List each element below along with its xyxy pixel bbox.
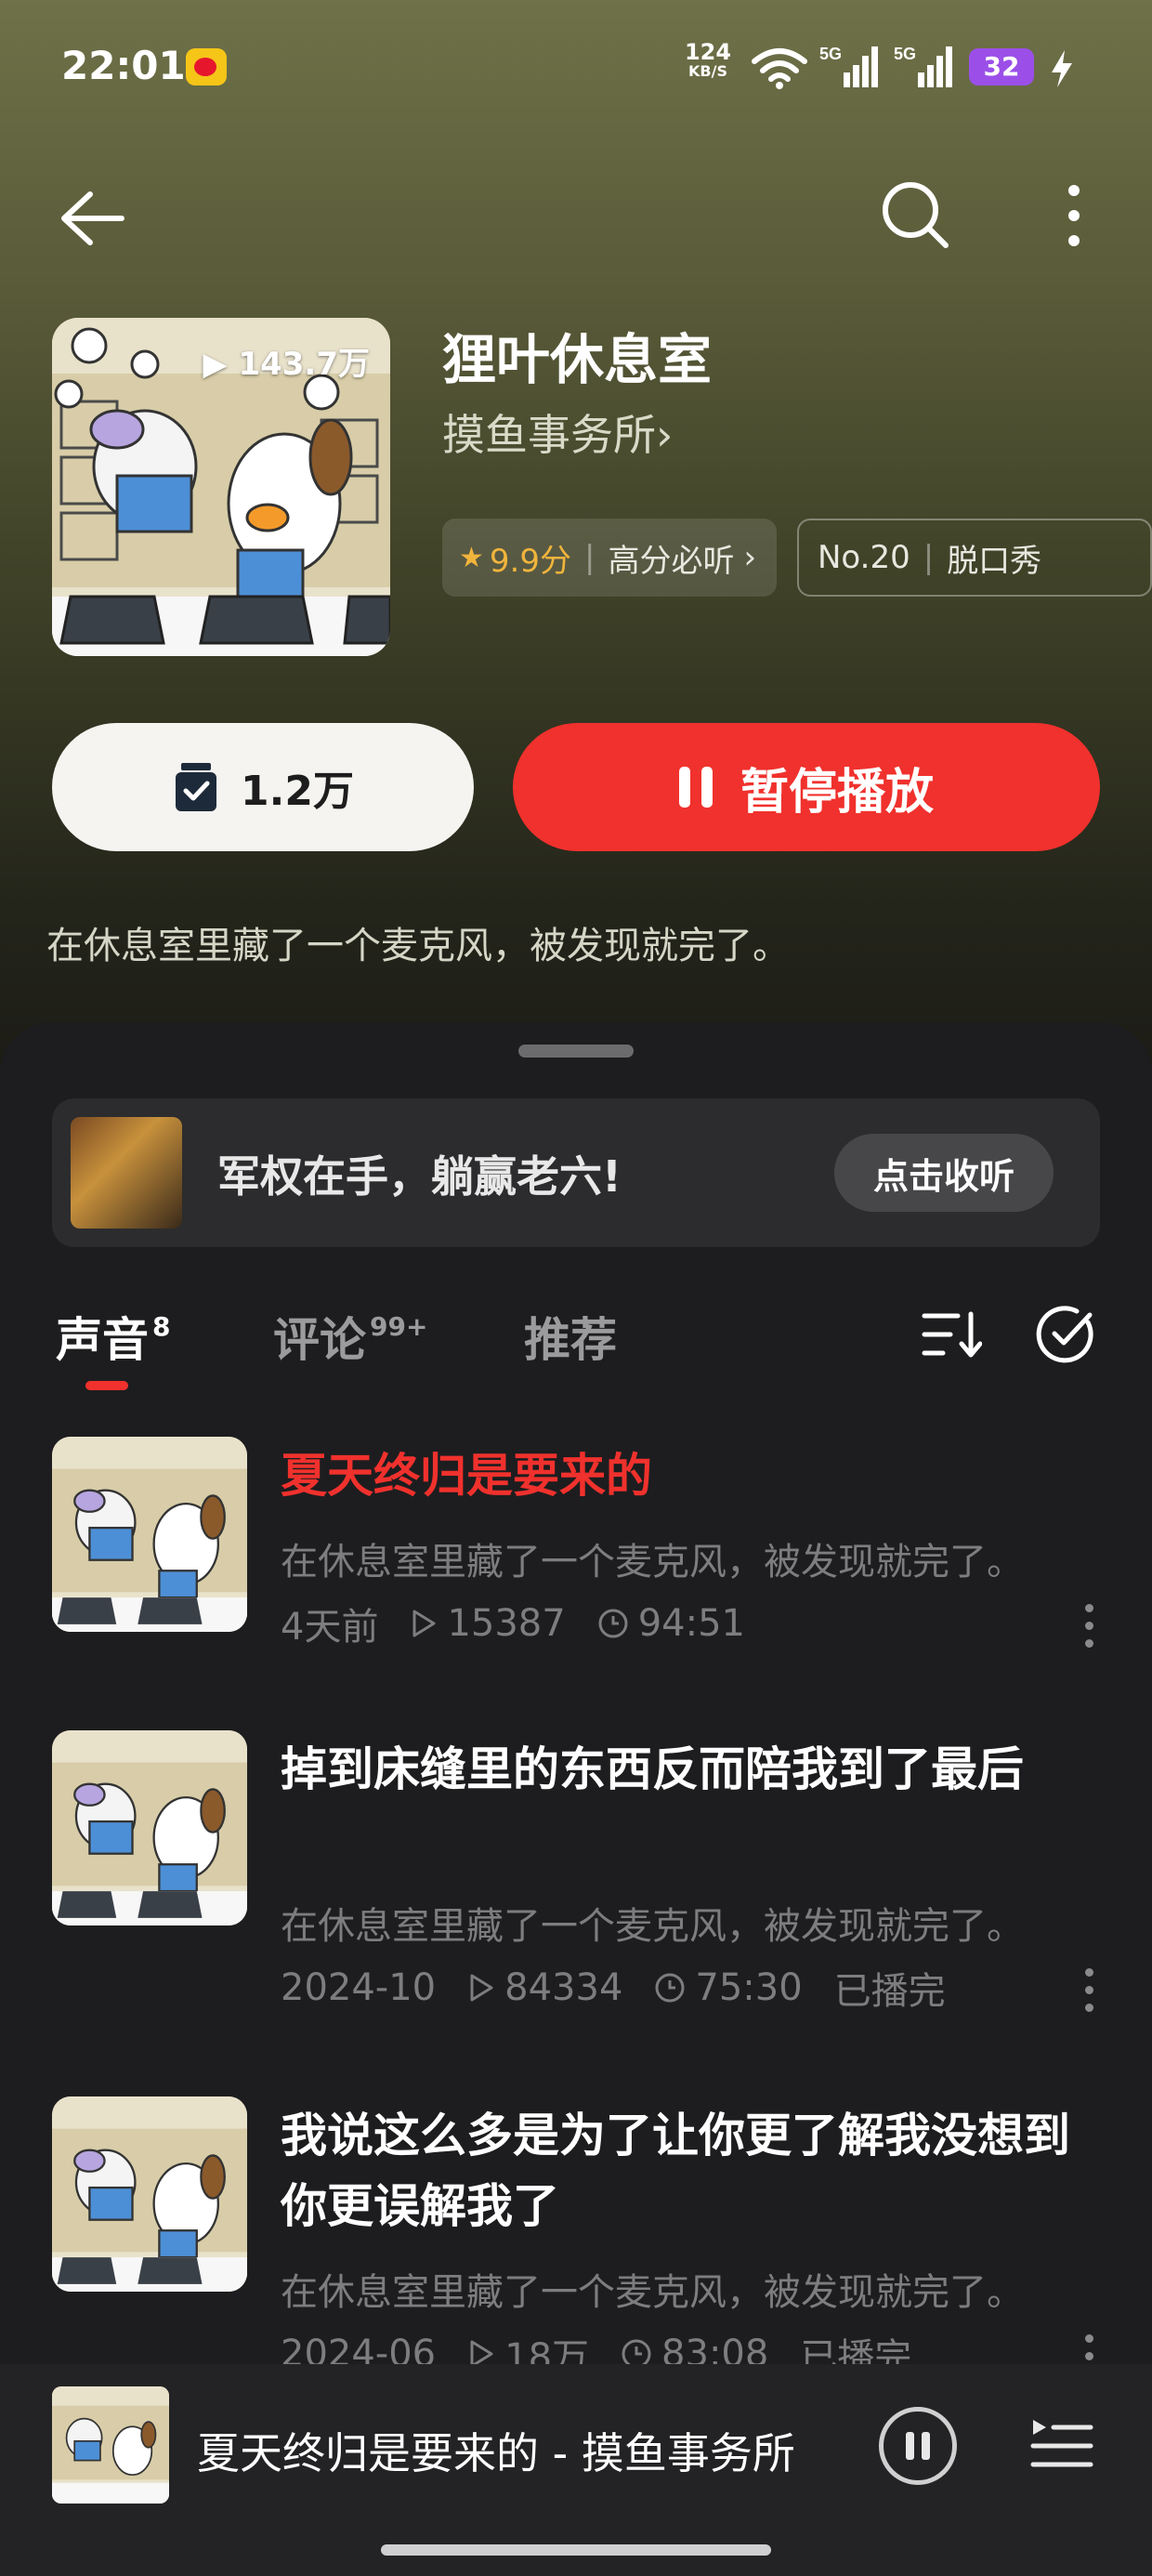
rating-tag: 高分必听 [608, 542, 735, 580]
home-indicator [381, 2544, 771, 2556]
episode-more-button[interactable] [1085, 1604, 1096, 1648]
chevron-right-icon: › [743, 539, 757, 576]
episode-thumbnail [52, 2096, 247, 2292]
episode-description: 在休息室里藏了一个麦克风，被发现就完了。 [281, 1905, 1024, 1948]
network-speed-value: 124 [684, 39, 732, 65]
signal-sim2-icon: 5G [894, 45, 952, 87]
tab-label: 推荐 [524, 1313, 617, 1367]
episode-thumbnail [52, 1730, 247, 1925]
episode-sheet: 军权在手，躺赢老六! 点击收听 声音 8 评论 99+ 推荐 夏天终归是要来的 … [0, 1022, 1152, 2576]
batch-select-button[interactable] [1029, 1297, 1104, 1372]
network-speed: 124 KB/S [680, 41, 736, 80]
episode-title: 我说这么多是为了让你更了解我没想到你更误解我了 [281, 2109, 1070, 2233]
promo-title: 军权在手，躺赢老六! [217, 1151, 622, 1202]
subscribe-count: 1.2万 [241, 768, 354, 815]
now-playing-title: 夏天终归是要来的 - 摸鱼事务所 [197, 2428, 795, 2478]
search-icon [883, 182, 949, 248]
tab-badge: 8 [152, 1311, 171, 1342]
episode-date: 2024-10 [281, 1966, 437, 2009]
episode-meta: 4天前 15387 94:51 [281, 1597, 777, 1650]
tab-comments[interactable]: 评论 99+ [273, 1303, 427, 1370]
star-icon: ★ [459, 541, 484, 574]
active-tab-indicator [85, 1381, 128, 1390]
album-author-link[interactable]: 摸鱼事务所› [442, 401, 673, 463]
sim2-label: 5G [894, 45, 916, 63]
tab-bar: 声音 8 评论 99+ 推荐 [0, 1292, 1152, 1394]
episode-item[interactable]: 掉到床缝里的东西反而陪我到了最后 在休息室里藏了一个麦克风，被发现就完了。 20… [0, 1730, 1152, 2013]
pause-play-button[interactable]: 暂停播放 [513, 723, 1100, 851]
episode-status: 已播完 [833, 1970, 946, 2013]
play-count-icon: ▶ [203, 346, 228, 383]
play-count-value: 143.7万 [238, 346, 370, 383]
sim1-label: 5G [819, 45, 842, 63]
promo-thumbnail [71, 1117, 182, 1229]
album-title: 狸叶休息室 [442, 328, 713, 391]
episode-item[interactable]: 夏天终归是要来的 在休息室里藏了一个麦克风，被发现就完了。 4天前 15387 … [0, 1437, 1152, 1650]
album-cover[interactable]: ▶ 143.7万 [52, 318, 390, 656]
album-play-count: ▶ 143.7万 [203, 338, 370, 384]
charging-icon [1052, 50, 1072, 87]
back-button[interactable] [48, 177, 132, 260]
pause-icon [678, 767, 713, 808]
episode-plays: 84334 [467, 1966, 622, 2009]
sheet-drag-handle[interactable] [518, 1045, 634, 1058]
tab-sounds[interactable]: 声音 8 [56, 1303, 170, 1370]
rating-score: 9.9分 [489, 542, 571, 580]
rank-number: No.20 [818, 539, 910, 576]
album-description: 在休息室里藏了一个麦克风，被发现就完了。 [46, 925, 790, 967]
check-circle-icon [1036, 1306, 1093, 1363]
playlist-icon[interactable] [1029, 2412, 1094, 2477]
pause-play-label: 暂停播放 [740, 764, 934, 821]
episode-date: 4天前 [281, 1606, 379, 1649]
episode-description: 在休息室里藏了一个麦克风，被发现就完了。 [281, 1541, 1024, 1584]
tab-recommend[interactable]: 推荐 [524, 1303, 617, 1370]
play-count-icon [470, 1974, 493, 2002]
wifi-icon [752, 48, 807, 89]
signal-sim1-icon: 5G [819, 45, 878, 87]
rating-chip[interactable]: ★ 9.9分 | 高分必听 › [442, 519, 777, 597]
mini-pause-button[interactable] [879, 2407, 957, 2485]
author-name: 摸鱼事务所 [442, 410, 656, 460]
mini-player-cover [52, 2386, 169, 2504]
sort-button[interactable] [916, 1299, 987, 1370]
tab-label: 评论 [273, 1313, 366, 1367]
clock-icon [598, 1609, 628, 1638]
more-options-button[interactable] [1046, 173, 1102, 258]
battery-indicator: 32 [969, 48, 1034, 85]
status-time: 22:01 [61, 43, 186, 88]
chevron-right-icon: › [656, 410, 674, 460]
status-bar: 22:01 124 KB/S 5G 5G 32 [0, 0, 1152, 139]
promo-banner[interactable]: 军权在手，躺赢老六! 点击收听 [52, 1098, 1100, 1247]
subscribed-check-icon [176, 763, 217, 811]
episode-item[interactable]: 我说这么多是为了让你更了解我没想到你更误解我了 在休息室里藏了一个麦克风，被发现… [0, 2096, 1152, 2379]
sort-icon [922, 1311, 982, 1358]
episode-duration: 94:51 [597, 1602, 745, 1645]
episode-meta: 2024-10 84334 75:30 已播完 [281, 1961, 977, 2015]
back-arrow-icon [61, 191, 124, 245]
episode-duration: 75:30 [654, 1966, 803, 2009]
episode-thumbnail [52, 1437, 247, 1632]
tab-badge: 99+ [370, 1311, 428, 1342]
more-vertical-icon [1068, 185, 1080, 246]
episode-more-button[interactable] [1085, 1968, 1096, 2012]
tab-label: 声音 [56, 1313, 149, 1367]
weibo-notification-icon [186, 48, 227, 85]
rank-chip[interactable]: No.20 | 脱口秀 [797, 519, 1152, 597]
play-count-icon [412, 1610, 436, 1637]
subscribe-button[interactable]: 1.2万 [52, 723, 474, 851]
search-button[interactable] [873, 173, 959, 258]
episode-plays: 15387 [410, 1602, 566, 1645]
clock-icon [655, 1973, 685, 2003]
episode-title: 夏天终归是要来的 [281, 1449, 652, 1503]
network-speed-unit: KB/S [688, 62, 727, 80]
episode-title: 掉到床缝里的东西反而陪我到了最后 [281, 1742, 1024, 1796]
rank-category: 脱口秀 [947, 542, 1042, 580]
promo-listen-button[interactable]: 点击收听 [834, 1134, 1054, 1212]
episode-description: 在休息室里藏了一个麦克风，被发现就完了。 [281, 2271, 1024, 2314]
